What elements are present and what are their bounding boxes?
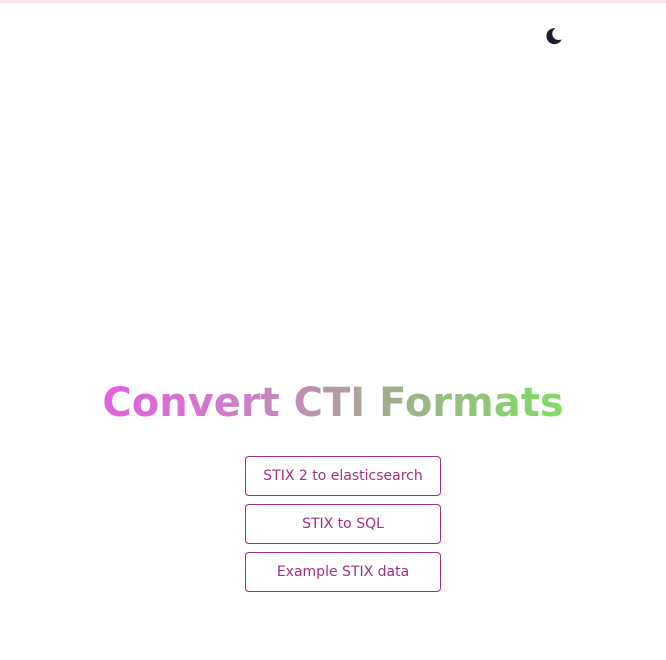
example-stix-data-button[interactable]: Example STIX data xyxy=(245,552,441,592)
stix-to-sql-button[interactable]: STIX to SQL xyxy=(245,504,441,544)
page-title: Convert CTI Formats xyxy=(0,374,666,432)
page: Convert CTI Formats STIX 2 to elasticsea… xyxy=(0,0,666,660)
top-border xyxy=(0,0,666,3)
moon-icon xyxy=(544,26,564,46)
stix2-to-elasticsearch-button[interactable]: STIX 2 to elasticsearch xyxy=(245,456,441,496)
theme-toggle-button[interactable] xyxy=(542,24,566,48)
page-title-text: Convert CTI Formats xyxy=(102,380,564,426)
conversion-menu: STIX 2 to elasticsearch STIX to SQL Exam… xyxy=(245,456,441,600)
